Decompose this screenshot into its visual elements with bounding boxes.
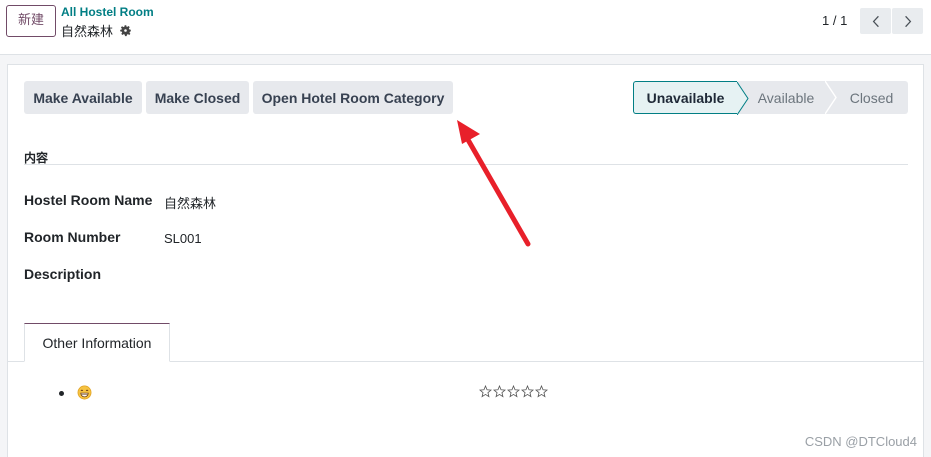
breadcrumb-all-hostel-room[interactable]: All Hostel Room <box>61 5 154 19</box>
status-stage-label: Unavailable <box>646 89 725 106</box>
status-stage-unavailable[interactable]: Unavailable <box>633 81 749 115</box>
watermark: CSDN @DTCloud4 <box>804 434 917 449</box>
new-button[interactable]: 新建 <box>6 5 56 37</box>
priority-rating <box>479 385 548 398</box>
room-number-field[interactable]: SL001 <box>164 231 202 246</box>
star-icon[interactable] <box>479 385 492 398</box>
star-icon[interactable] <box>507 385 520 398</box>
make-available-button[interactable]: Make Available <box>24 81 142 114</box>
record-title: 自然森林 <box>61 21 132 40</box>
hostel-room-name-field[interactable]: 自然森林 <box>164 193 216 212</box>
chevron-left-icon <box>872 15 879 27</box>
make-closed-button[interactable]: Make Closed <box>146 81 249 114</box>
status-stage-label: Closed <box>849 89 894 106</box>
description-label: Description <box>24 266 102 282</box>
star-icon[interactable] <box>535 385 548 398</box>
open-hotel-room-category-button[interactable]: Open Hotel Room Category <box>253 81 453 114</box>
status-stage-available[interactable]: Available <box>737 81 837 114</box>
status-stage-closed[interactable]: Closed <box>825 81 908 114</box>
list-bullet <box>59 391 64 396</box>
stage-arrow-shape <box>825 81 837 114</box>
room-number-label: Room Number <box>24 229 121 245</box>
annotation-arrow-icon <box>457 120 531 247</box>
pager-next-button[interactable] <box>892 8 923 34</box>
star-icon[interactable] <box>493 385 506 398</box>
status-stage-label: Available <box>757 89 815 106</box>
star-icon[interactable] <box>521 385 534 398</box>
control-panel: 新建 All Hostel Room 自然森林 1 / 1 <box>0 0 931 55</box>
record-name-text: 自然森林 <box>61 25 114 40</box>
pager-value[interactable]: 1 / 1 <box>822 13 847 28</box>
gear-icon[interactable] <box>119 24 132 37</box>
stage-arrow-shape <box>737 82 749 115</box>
emoji-icon[interactable] <box>77 385 92 400</box>
hostel-room-name-label: Hostel Room Name <box>24 192 153 208</box>
status-bar: Unavailable Available Closed <box>633 81 908 115</box>
tab-other-information[interactable]: Other Information <box>24 323 170 362</box>
chevron-right-icon <box>904 15 911 27</box>
pager-previous-button[interactable] <box>860 8 891 34</box>
